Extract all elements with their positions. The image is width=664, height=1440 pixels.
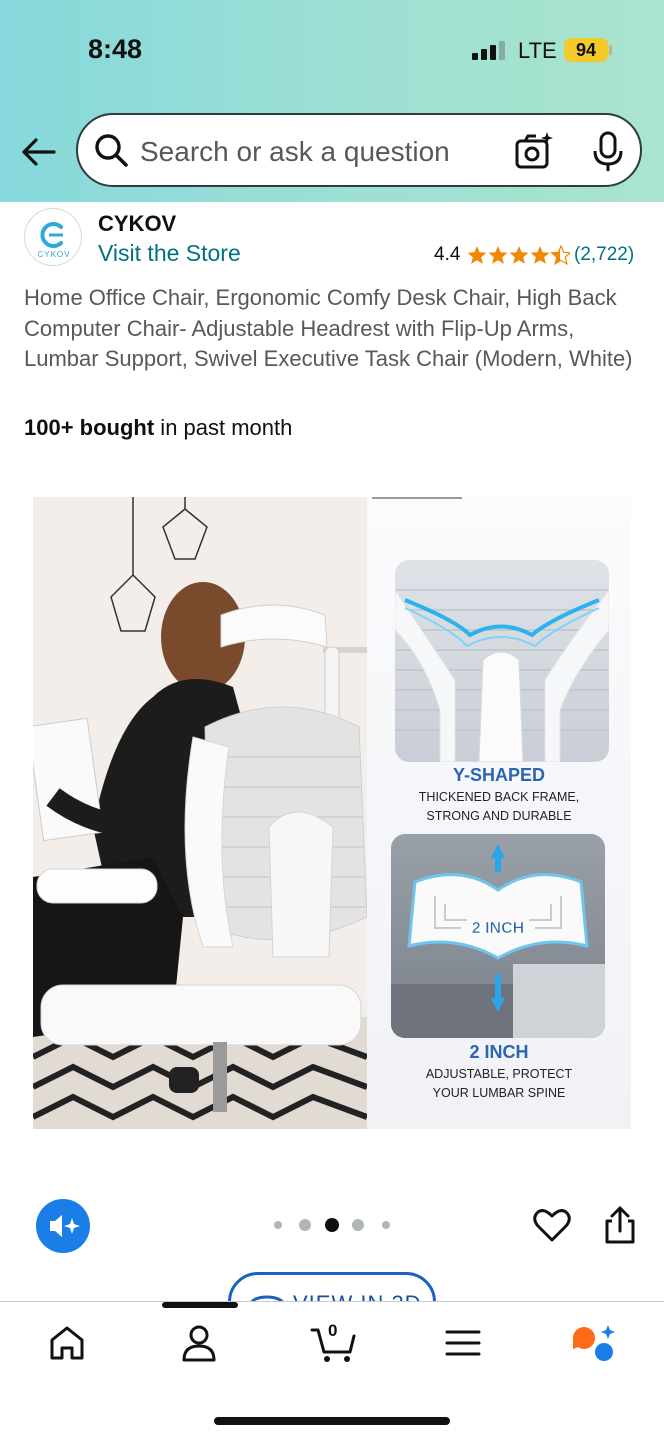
- feature2-line1: ADJUSTABLE, PROTECT: [425, 1067, 573, 1081]
- bought-suffix: in past month: [154, 415, 293, 440]
- lifestyle-photo: [33, 497, 369, 1129]
- y-shaped-frame-image: [395, 560, 609, 762]
- product-image[interactable]: Y-SHAPED THICKENED BACK FRAME, STRONG AN…: [33, 497, 631, 1129]
- battery-icon: 94: [564, 38, 608, 62]
- home-indicator: [214, 1417, 450, 1425]
- status-time: 8:48: [88, 34, 143, 64]
- lumbar-support-image: 2 INCH: [391, 834, 605, 1038]
- feature1-heading: Y-SHAPED: [452, 765, 546, 785]
- header: 8:48 LTE 94: [0, 0, 664, 202]
- back-frame-illustration: [395, 589, 609, 762]
- sheet-handle: [162, 1302, 238, 1308]
- lumbar-height-label: 2 INCH: [472, 920, 524, 937]
- battery-tip: [609, 45, 612, 55]
- search-input[interactable]: [140, 135, 480, 169]
- carousel-dot-4[interactable]: [352, 1219, 364, 1231]
- home-icon[interactable]: [46, 1322, 88, 1364]
- audio-description-button[interactable]: [36, 1199, 90, 1253]
- visit-store-link[interactable]: Visit the Store: [98, 240, 241, 267]
- feature1-line2: STRONG AND DURABLE: [426, 809, 572, 823]
- rufus-assistant-icon[interactable]: [570, 1322, 618, 1364]
- back-arrow-icon[interactable]: [18, 132, 58, 172]
- cart-count[interactable]: 0: [328, 1321, 337, 1341]
- microphone-icon[interactable]: [590, 131, 626, 173]
- heart-icon[interactable]: [532, 1205, 572, 1245]
- brand-logo-mark: CYKOV: [37, 222, 70, 259]
- brand-name: CYKOV: [98, 211, 177, 236]
- carousel-dot-3[interactable]: [325, 1218, 339, 1232]
- carousel-dot-5[interactable]: [382, 1221, 390, 1229]
- feature2-line2: YOUR LUMBAR SPINE: [432, 1086, 566, 1100]
- search-bar[interactable]: [76, 113, 642, 187]
- review-count-link[interactable]: (2,722): [574, 244, 634, 266]
- logo-text: CYKOV: [37, 250, 70, 259]
- feature2-heading: 2 INCH: [469, 1042, 529, 1062]
- search-icon: [95, 134, 128, 167]
- chair-illustration: [33, 497, 369, 1129]
- camera-search-icon[interactable]: [514, 131, 554, 171]
- feature-panel: Y-SHAPED THICKENED BACK FRAME, STRONG AN…: [367, 497, 631, 1129]
- star-rating-icon[interactable]: [466, 243, 570, 267]
- image-divider: [372, 497, 462, 499]
- speaker-sparkle-icon: [50, 1215, 80, 1237]
- carousel-indicator: [270, 1217, 394, 1233]
- feature1-line1: THICKENED BACK FRAME,: [418, 790, 580, 804]
- brand-logo[interactable]: CYKOV: [24, 208, 82, 266]
- share-icon[interactable]: [602, 1205, 638, 1245]
- bought-count: 100+ bought: [24, 415, 155, 440]
- product-title: Home Office Chair, Ergonomic Comfy Desk …: [24, 285, 633, 371]
- lumbar-illustration: 2 INCH: [391, 844, 605, 1038]
- account-icon[interactable]: [178, 1322, 220, 1364]
- signal-icon: [472, 40, 506, 60]
- network-label: LTE: [518, 38, 557, 63]
- carousel-dot-2[interactable]: [299, 1219, 311, 1231]
- bought-in-past-month: 100+ bought in past month: [24, 415, 292, 441]
- rating-value[interactable]: 4.4: [434, 244, 460, 266]
- menu-icon[interactable]: [442, 1322, 484, 1364]
- carousel-dot-1[interactable]: [274, 1221, 282, 1229]
